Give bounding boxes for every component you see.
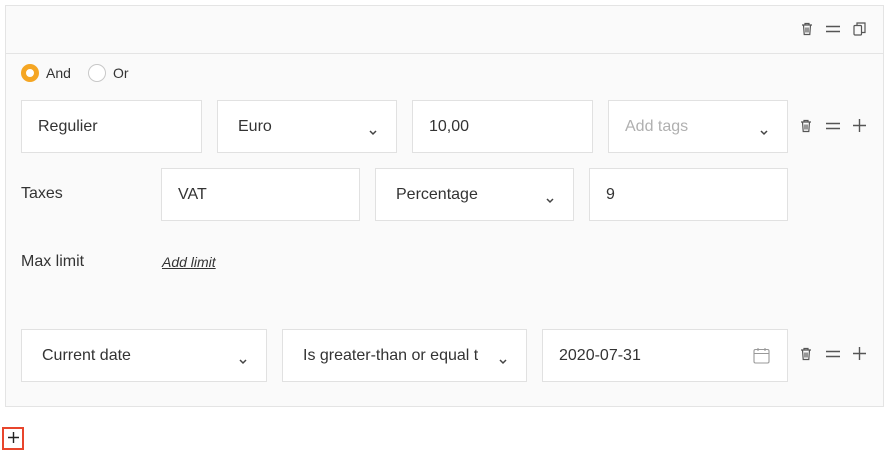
tags-select[interactable]: Add tags — [608, 100, 788, 153]
currency-select[interactable]: Euro — [217, 100, 397, 153]
drag-handle-icon[interactable] — [826, 122, 840, 130]
condition-field-select[interactable]: Current date — [21, 329, 267, 382]
tax-type-select[interactable]: Percentage — [375, 168, 574, 221]
taxes-label: Taxes — [21, 185, 63, 202]
chevron-down-icon — [545, 191, 555, 209]
radio-and[interactable]: And — [21, 64, 71, 82]
trash-icon[interactable] — [800, 347, 812, 361]
tax-type-value: Percentage — [396, 185, 478, 203]
amount-input[interactable]: 10,00 — [412, 100, 593, 153]
condition-date-value: 2020-07-31 — [559, 346, 641, 364]
condition-date-input[interactable]: 2020-07-31 — [542, 329, 788, 382]
name-input-value: Regulier — [38, 117, 98, 135]
drag-handle-icon[interactable] — [826, 25, 840, 33]
tax-name-value: VAT — [178, 185, 207, 203]
trash-icon[interactable] — [800, 119, 812, 133]
add-limit-link[interactable]: Add limit — [162, 254, 216, 270]
plus-icon[interactable] — [853, 347, 866, 360]
trash-icon[interactable] — [801, 22, 813, 36]
rule-panel-header — [6, 6, 883, 54]
chevron-down-icon — [238, 352, 248, 370]
condition-operator-value: Is greater-than or equal t — [303, 346, 478, 364]
radio-and-indicator[interactable] — [21, 64, 39, 82]
drag-handle-icon[interactable] — [826, 350, 840, 358]
chevron-down-icon — [498, 352, 508, 370]
condition-operator-select[interactable]: Is greater-than or equal t — [282, 329, 527, 382]
tax-value-input[interactable]: 9 — [589, 168, 788, 221]
tax-name-input[interactable]: VAT — [161, 168, 360, 221]
plus-icon — [7, 430, 19, 448]
duplicate-icon[interactable] — [853, 22, 866, 36]
max-limit-label: Max limit — [21, 253, 85, 270]
radio-or-indicator[interactable] — [88, 64, 106, 82]
add-rule-button[interactable] — [2, 427, 24, 450]
chevron-down-icon — [759, 123, 769, 141]
plus-icon[interactable] — [853, 119, 866, 132]
calendar-icon[interactable] — [753, 347, 770, 369]
radio-and-label: And — [46, 65, 71, 81]
name-input[interactable]: Regulier — [21, 100, 202, 153]
chevron-down-icon — [368, 123, 378, 141]
condition-field-value: Current date — [42, 346, 131, 364]
amount-input-value: 10,00 — [429, 117, 470, 135]
currency-select-value: Euro — [238, 117, 272, 135]
tags-select-placeholder: Add tags — [625, 117, 689, 135]
radio-or[interactable]: Or — [88, 64, 129, 82]
radio-or-label: Or — [113, 65, 129, 81]
tax-value-value: 9 — [606, 185, 615, 203]
